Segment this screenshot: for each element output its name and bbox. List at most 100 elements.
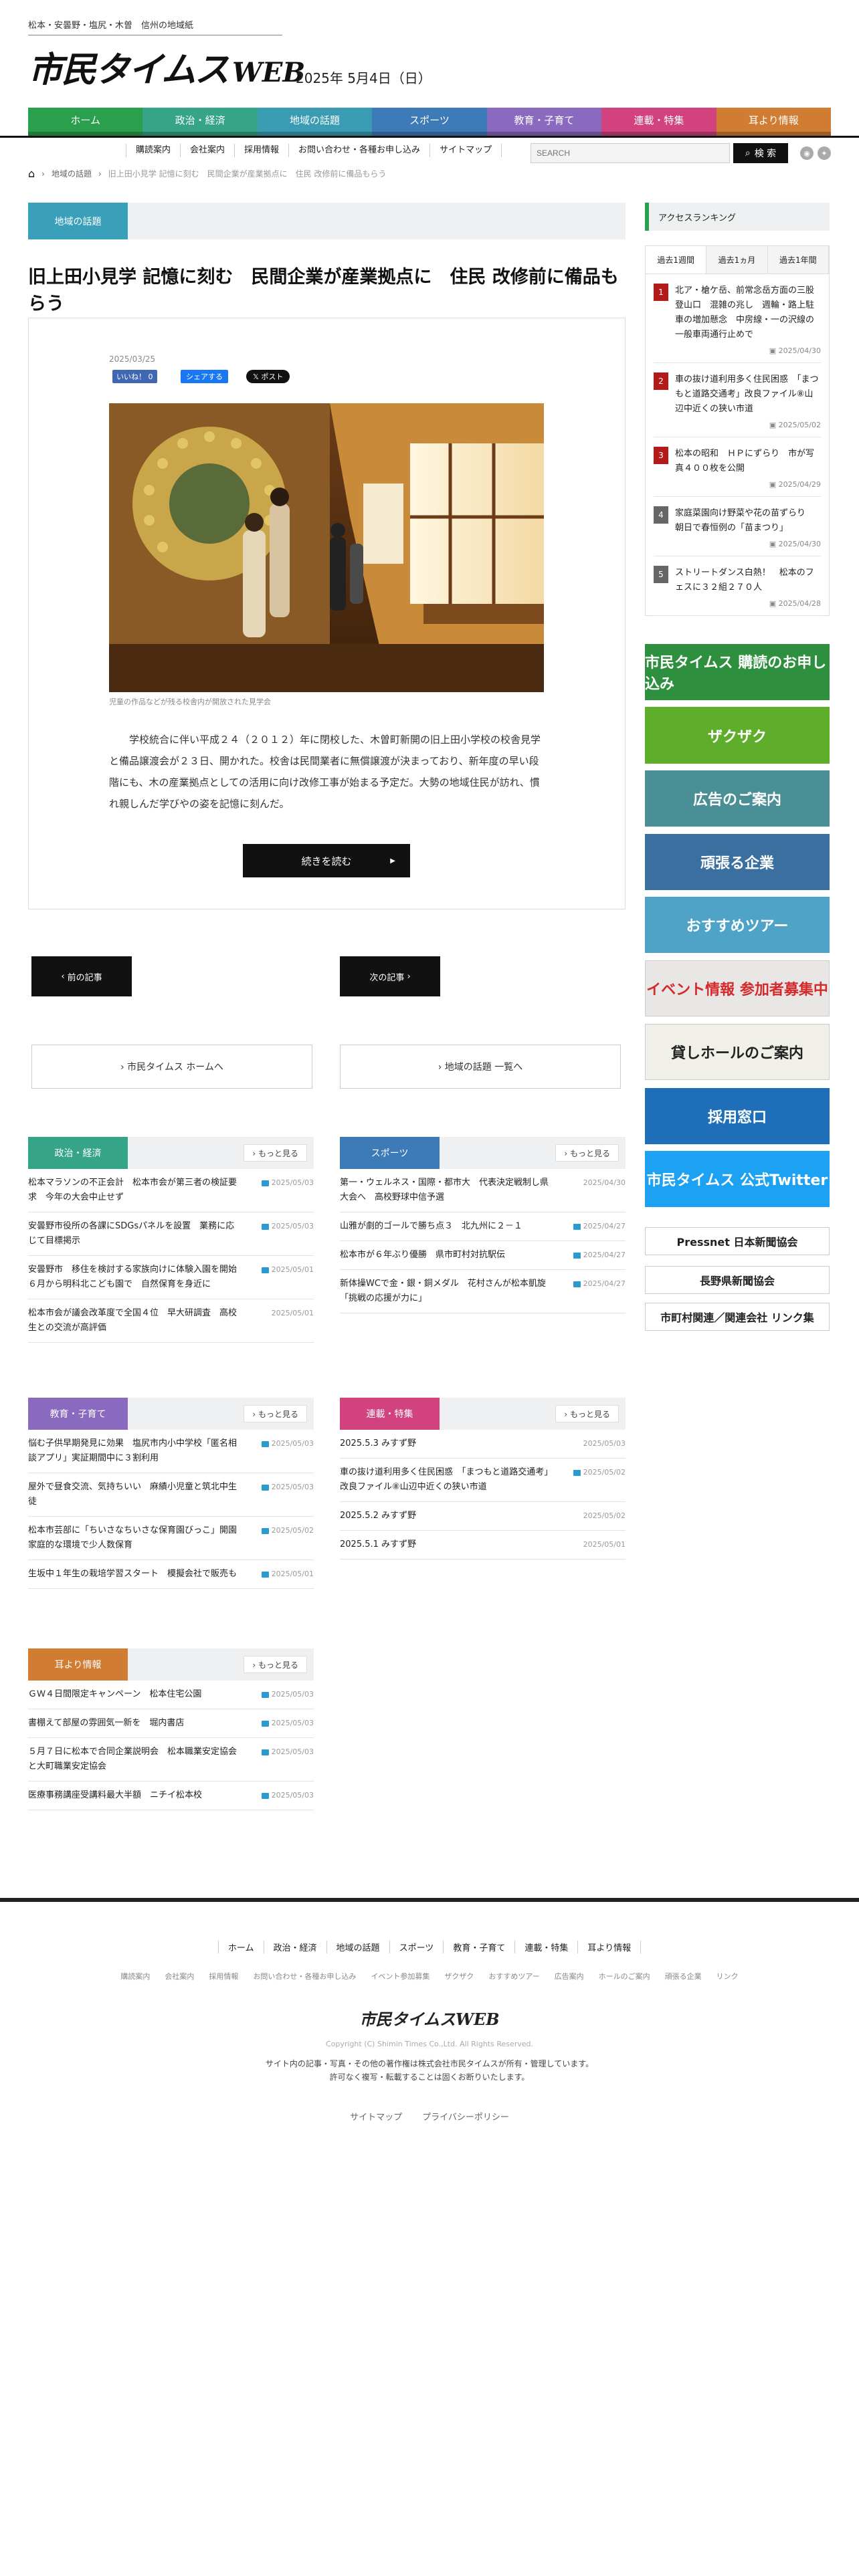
prev-article-button[interactable]: ‹ 前の記事 — [31, 956, 132, 996]
footer-nav-item[interactable]: 連載・特集 — [514, 1941, 577, 1953]
list-item[interactable]: 松本マラソンの不正会計 松本市会が第三者の検証要求 今年の大会中止せず 2025/… — [28, 1169, 314, 1212]
list-item[interactable]: 松本市が６年ぶり優勝 県市町村対抗駅伝 2025/04/27 — [340, 1241, 626, 1270]
nav-item[interactable]: スポーツ — [372, 108, 487, 136]
subnav-item[interactable]: サイトマップ — [430, 144, 502, 157]
footer-link[interactable]: 購読案内 — [120, 1971, 150, 1981]
sidebar-banner[interactable]: おすすめツアー — [645, 897, 830, 953]
footer-sub-link[interactable]: サイトマップ — [350, 2110, 402, 2123]
twitter-icon[interactable]: ✦ — [818, 146, 831, 160]
rank-title[interactable]: 家庭菜園向け野菜や花の苗ずらり 朝日で春恒例の「苗まつり」 — [675, 506, 821, 536]
footer-nav-item[interactable]: スポーツ — [389, 1941, 444, 1953]
sidebar-banner[interactable]: 市町村関連／関連会社 リンク集 — [645, 1303, 830, 1331]
ranking-item[interactable]: 4 家庭菜園向け野菜や花の苗ずらり 朝日で春恒例の「苗まつり」 ▣ 2025/04/… — [654, 497, 821, 556]
item-title[interactable]: 松本市芸部に「ちいさなちいさな保育園びっこ」開園 家庭的な環境で少人数保育 — [28, 1523, 246, 1553]
sidebar-banner[interactable]: ザクザク — [645, 707, 830, 764]
category-label[interactable]: スポーツ — [340, 1137, 440, 1169]
sidebar-banner[interactable]: 広告のご案内 — [645, 770, 830, 827]
nav-item[interactable]: ホーム — [28, 108, 143, 136]
footer-link[interactable]: 頑張る企業 — [665, 1971, 702, 1981]
list-item[interactable]: 悩む子供早期発見に効果 塩尻市内小中学校「匿名相談アプリ」実証期間中に３割利用 2… — [28, 1430, 314, 1473]
list-item[interactable]: 2025.5.3 みすず野 2025/05/03 — [340, 1430, 626, 1459]
nav-item[interactable]: 耳より情報 — [716, 108, 831, 136]
list-item[interactable]: 安曇野市 移住を検討する家族向けに体験入園を開始 ６月から明科北こども園で 自然… — [28, 1256, 314, 1299]
ranking-item[interactable]: 3 松本の昭和 ＨＰにずらり 市が写真４００枚を公開 ▣ 2025/04/29 — [654, 437, 821, 497]
subnav-item[interactable]: お問い合わせ・各種お申し込み — [288, 144, 430, 157]
subnav-item[interactable]: 購読案内 — [126, 144, 180, 157]
footer-logo[interactable]: 市民タイムスWEB — [0, 2006, 859, 2030]
section-list-button[interactable]: › 地域の話題 一覧へ — [340, 1045, 621, 1089]
item-title[interactable]: 書棚えて部屋の雰囲気一新を 堀内書店 — [28, 1716, 242, 1731]
rank-title[interactable]: 車の抜け道利用多く住民困惑 「まつもと道路交通考」改良ファイル⑧山辺中近くの狭い… — [675, 372, 821, 417]
list-item[interactable]: 車の抜け道利用多く住民困惑 「まつもと道路交通考」改良ファイル⑧山辺中近くの狭い… — [340, 1459, 626, 1502]
sidebar-banner[interactable]: イベント情報 参加者募集中 — [645, 960, 830, 1016]
sidebar-banner[interactable]: Pressnet 日本新聞協会 — [645, 1227, 830, 1255]
home-icon[interactable]: ⌂ — [28, 167, 35, 180]
list-item[interactable]: 第一・ウェルネス・国際・都市大 代表決定戦制し県大会へ 高校野球中信予選 2025… — [340, 1169, 626, 1212]
footer-link[interactable]: 広告案内 — [555, 1971, 584, 1981]
facebook-like-button[interactable]: いいね！ 0 — [112, 370, 157, 383]
list-item[interactable]: 2025.5.1 みすず野 2025/05/01 — [340, 1531, 626, 1560]
nav-item[interactable]: 連載・特集 — [601, 108, 717, 136]
next-article-button[interactable]: 次の記事 › — [340, 956, 440, 996]
sidebar-banner[interactable]: 市民タイムス 公式Twitter — [645, 1151, 830, 1207]
ranking-tab[interactable]: 過去1年間 — [767, 246, 829, 274]
item-title[interactable]: 山雅が劇的ゴールで勝ち点３ 北九州に２－１ — [340, 1219, 554, 1234]
ranking-tab[interactable]: 過去1週間 — [646, 246, 707, 274]
ranking-item[interactable]: 5 ストリートダンス白熱！ 松本のフェスに３２組２７０人 ▣ 2025/04/28 — [654, 556, 821, 616]
nav-item[interactable]: 地域の話題 — [257, 108, 373, 136]
rank-title[interactable]: ストリートダンス白熱！ 松本のフェスに３２組２７０人 — [675, 566, 821, 595]
rank-title[interactable]: 北ア・槍ケ岳、前常念岳方面の三股登山口 混雑の兆し 週輪・路上駐車の増加懸念 中… — [675, 284, 821, 342]
footer-nav-item[interactable]: ホーム — [217, 1941, 264, 1953]
footer-link[interactable]: イベント参加募集 — [371, 1971, 430, 1981]
footer-link[interactable]: リンク — [717, 1971, 739, 1981]
item-title[interactable]: 車の抜け道利用多く住民困惑 「まつもと道路交通考」改良ファイル⑧山辺中近くの狭い… — [340, 1465, 554, 1495]
rss-icon[interactable]: ◉ — [800, 146, 814, 160]
list-item[interactable]: 松本市芸部に「ちいさなちいさな保育園びっこ」開園 家庭的な環境で少人数保育 202… — [28, 1517, 314, 1560]
item-title[interactable]: ５月７日に松本で合同企業説明会 松本職業安定協会と大町職業安定協会 — [28, 1745, 242, 1774]
facebook-share-button[interactable]: シェアする — [181, 370, 228, 383]
list-item[interactable]: ＧＷ４日間限定キャンペーン 松本住宅公園 2025/05/03 — [28, 1681, 314, 1709]
search-button[interactable]: ⌕ 検 索 — [733, 143, 788, 163]
nav-item[interactable]: 教育・子育て — [486, 108, 602, 136]
subnav-item[interactable]: 採用情報 — [234, 144, 288, 157]
sidebar-banner[interactable]: 採用窓口 — [645, 1088, 830, 1144]
category-label[interactable]: 教育・子育て — [28, 1398, 128, 1430]
item-title[interactable]: 医療事務講座受講料最大半額 ニチイ松本校 — [28, 1788, 242, 1803]
item-title[interactable]: 新体操WCで金・銀・銅メダル 花村さんが松本凱旋「挑戦の応援が力に」 — [340, 1277, 554, 1306]
footer-link[interactable]: おすすめツアー — [488, 1971, 539, 1981]
footer-link[interactable]: お問い合わせ・各種お申し込み — [253, 1971, 356, 1981]
subnav-item[interactable]: 会社案内 — [180, 144, 234, 157]
item-title[interactable]: 安曇野市 移住を検討する家族向けに体験入園を開始 ６月から明科北こども園で 自然… — [28, 1263, 246, 1292]
sidebar-banner[interactable]: 頑張る企業 — [645, 834, 830, 890]
read-more-button[interactable]: 続きを読む ▶ — [243, 844, 410, 877]
footer-link[interactable]: 会社案内 — [165, 1971, 194, 1981]
home-link-button[interactable]: › 市民タイムス ホームへ — [31, 1045, 312, 1089]
search-input[interactable] — [531, 143, 730, 163]
list-item[interactable]: 松本市会が議会改革度で全国４位 早大研調査 高校生との交流が高評価 2025/05… — [28, 1299, 314, 1343]
item-title[interactable]: 安曇野市役所の各課にSDGsパネルを設置 業務に応じて目標掲示 — [28, 1219, 242, 1249]
footer-nav-item[interactable]: 教育・子育て — [443, 1941, 514, 1953]
more-button[interactable]: › もっと見る — [244, 1656, 307, 1673]
more-button[interactable]: › もっと見る — [244, 1405, 307, 1422]
item-title[interactable]: 生坂中１年生の栽培学習スタート 模擬会社で販売も — [28, 1567, 242, 1582]
list-item[interactable]: 新体操WCで金・銀・銅メダル 花村さんが松本凱旋「挑戦の応援が力に」 2025/0… — [340, 1270, 626, 1313]
list-item[interactable]: 書棚えて部屋の雰囲気一新を 堀内書店 2025/05/03 — [28, 1709, 314, 1738]
list-item[interactable]: 医療事務講座受講料最大半額 ニチイ松本校 2025/05/03 — [28, 1782, 314, 1810]
item-title[interactable]: 第一・ウェルネス・国際・都市大 代表決定戦制し県大会へ 高校野球中信予選 — [340, 1176, 554, 1205]
sidebar-banner[interactable]: 長野県新聞協会 — [645, 1266, 830, 1294]
ranking-tab[interactable]: 過去1ヵ月 — [706, 246, 768, 274]
list-item[interactable]: 屋外で昼食交流、気持ちいい 麻績小児童と筑北中生徒 2025/05/03 — [28, 1473, 314, 1517]
more-button[interactable]: › もっと見る — [555, 1405, 619, 1422]
ranking-item[interactable]: 2 車の抜け道利用多く住民困惑 「まつもと道路交通考」改良ファイル⑧山辺中近くの狭… — [654, 363, 821, 437]
list-item[interactable]: 生坂中１年生の栽培学習スタート 模擬会社で販売も 2025/05/01 — [28, 1560, 314, 1589]
item-title[interactable]: 2025.5.2 みすず野 — [340, 1509, 554, 1523]
nav-item[interactable]: 政治・経済 — [142, 108, 258, 136]
footer-link[interactable]: 採用情報 — [209, 1971, 238, 1981]
item-title[interactable]: 松本市会が議会改革度で全国４位 早大研調査 高校生との交流が高評価 — [28, 1306, 242, 1335]
rank-title[interactable]: 松本の昭和 ＨＰにずらり 市が写真４００枚を公開 — [675, 447, 821, 476]
ranking-item[interactable]: 1 北ア・槍ケ岳、前常念岳方面の三股登山口 混雑の兆し 週輪・路上駐車の増加懸念 … — [654, 274, 821, 363]
footer-nav-item[interactable]: 耳より情報 — [577, 1941, 642, 1953]
footer-link[interactable]: ザクザク — [444, 1971, 474, 1981]
item-title[interactable]: 2025.5.1 みすず野 — [340, 1537, 554, 1552]
category-label[interactable]: 政治・経済 — [28, 1137, 128, 1169]
